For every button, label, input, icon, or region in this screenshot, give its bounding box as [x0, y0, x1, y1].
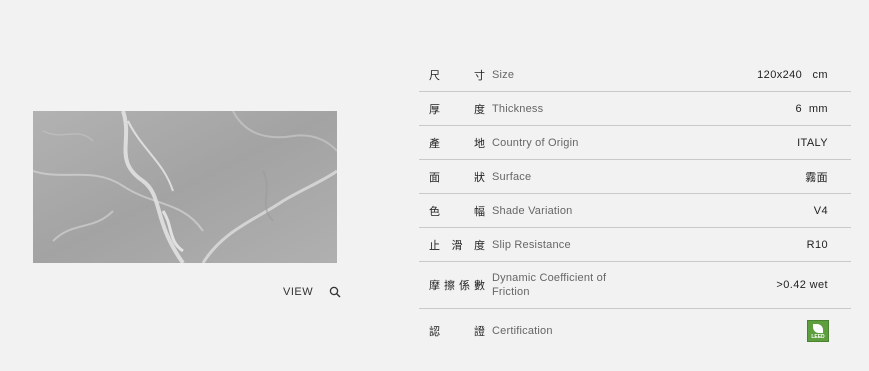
spec-label-zh: 摩 擦 係 數 — [429, 279, 485, 292]
spec-label-zh: 認 證 — [429, 324, 485, 338]
leed-badge-icon: LEED — [807, 319, 829, 342]
spec-value: 120x240 cm — [757, 68, 828, 81]
view-label: VIEW — [283, 286, 314, 298]
spec-label-en: Surface — [492, 170, 532, 183]
spec-label-en: Certification — [492, 324, 553, 337]
spec-row-certification: 認 證 Certification LEED — [419, 309, 851, 352]
spec-label-zh: 止 滑 度 — [429, 238, 485, 252]
spec-value: >0.42 wet — [776, 279, 828, 291]
spec-row-surface: 面 狀 Surface 霧面 — [419, 160, 851, 194]
spec-label-zh: 產 地 — [429, 136, 485, 150]
spec-label-zh: 厚 度 — [429, 102, 485, 116]
spec-label-zh: 尺 寸 — [429, 68, 485, 82]
product-image[interactable] — [33, 111, 337, 263]
spec-row-origin: 產 地 Country of Origin ITALY — [419, 126, 851, 160]
spec-row-thickness: 厚 度 Thickness 6 mm — [419, 92, 851, 126]
spec-value: 6 mm — [795, 102, 828, 115]
marble-tile-image — [33, 111, 337, 263]
spec-label-en: Country of Origin — [492, 136, 579, 149]
spec-value: 霧面 — [805, 170, 828, 184]
spec-value: ITALY — [797, 136, 828, 149]
search-icon[interactable] — [329, 286, 341, 298]
spec-label-en: Dynamic Coefficient of Friction — [492, 272, 607, 298]
spec-value: V4 — [813, 204, 828, 217]
spec-row-slip-resistance: 止 滑 度 Slip Resistance R10 — [419, 228, 851, 262]
spec-label-en: Thickness — [492, 102, 544, 115]
spec-label-en: Slip Resistance — [492, 238, 571, 251]
spec-label-en: Size — [492, 68, 515, 81]
spec-value: R10 — [806, 238, 828, 251]
view-link[interactable]: VIEW — [283, 286, 341, 298]
spec-row-size: 尺 寸 Size 120x240 cm — [419, 58, 851, 92]
spec-label-en: Shade Variation — [492, 204, 573, 217]
spec-label-zh: 面 狀 — [429, 170, 485, 184]
spec-table: 尺 寸 Size 120x240 cm 厚 度 Thickness 6 mm 產… — [419, 58, 851, 352]
spec-row-friction: 摩 擦 係 數 Dynamic Coefficient of Friction … — [419, 262, 851, 309]
spec-label-zh: 色 幅 — [429, 204, 485, 218]
spec-row-shade-variation: 色 幅 Shade Variation V4 — [419, 194, 851, 228]
